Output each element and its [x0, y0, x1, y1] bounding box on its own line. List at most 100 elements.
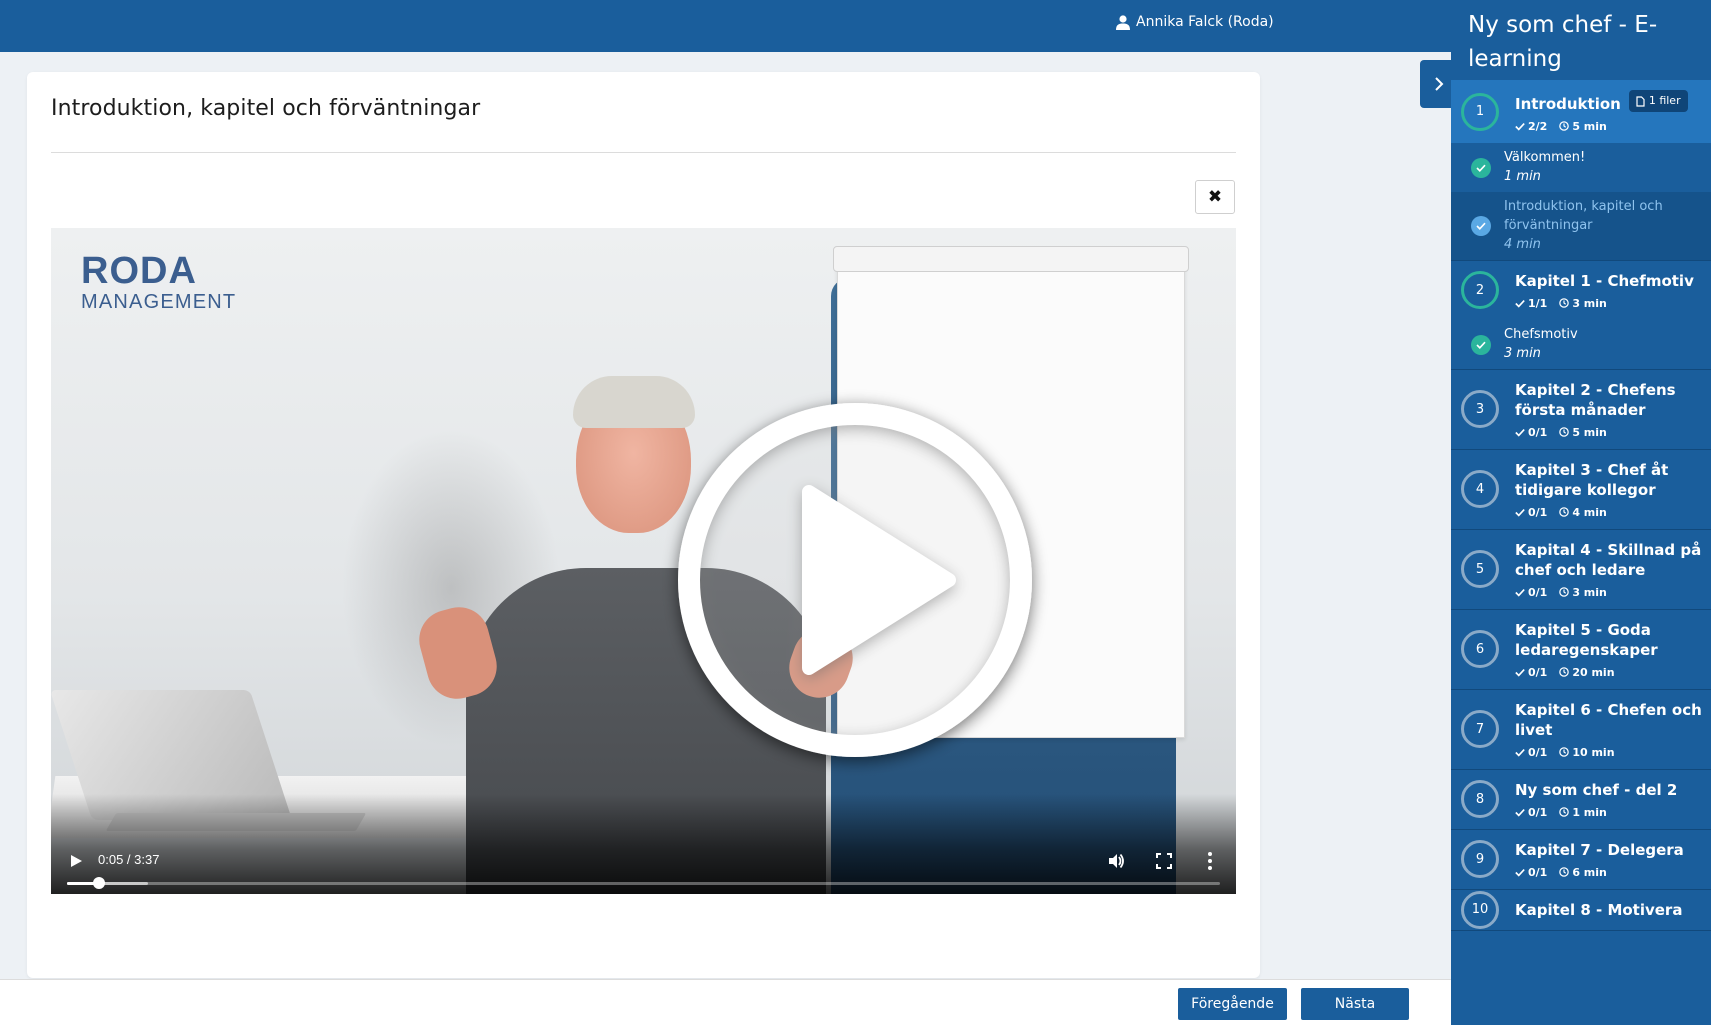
clock-icon: [1559, 507, 1570, 517]
chapter-duration: 5 min: [1559, 426, 1607, 439]
chapter-title-text: Kapitel 5 - Goda ledaregenskaper: [1515, 620, 1658, 659]
chapter-meta: 2/2 5 min: [1515, 120, 1703, 133]
lesson-card: Introduktion, kapitel och förväntningar …: [27, 72, 1260, 978]
chapter-title-text: Kapitel 6 - Chefen och livet: [1515, 700, 1702, 739]
close-button[interactable]: ✖: [1195, 180, 1235, 214]
chapter-header[interactable]: 5 Kapital 4 - Skillnad på chef och ledare…: [1451, 530, 1711, 609]
chapter-header[interactable]: 10 Kapitel 8 - Motivera: [1451, 890, 1711, 930]
chapter-title-text: Kapital 4 - Skillnad på chef och ledare: [1515, 540, 1702, 579]
check-icon: [1515, 748, 1525, 757]
chapter-header[interactable]: 1 Introduktion 1 filer 2/2 5 min: [1451, 80, 1711, 143]
play-icon[interactable]: [69, 854, 83, 868]
clock-icon: [1559, 427, 1570, 437]
chapter-header[interactable]: 4 Kapitel 3 - Chef åt tidigare kollegor 0/…: [1451, 450, 1711, 529]
clock-icon: [1559, 121, 1570, 131]
chapter-number: 4: [1461, 470, 1499, 508]
chapter-item: 6 Kapitel 5 - Goda ledaregenskaper 0/1 20 m…: [1451, 610, 1711, 690]
chapter-title-text: Kapitel 7 - Delegera: [1515, 840, 1684, 859]
chapter-progress-value: 0/1: [1528, 505, 1548, 519]
lesson-duration: 4 min: [1504, 236, 1541, 252]
clock-icon: [1559, 747, 1570, 757]
chapter-meta: 0/1 6 min: [1515, 866, 1703, 879]
next-button[interactable]: Nästa: [1301, 988, 1409, 1020]
chapter-meta: 1/1 3 min: [1515, 297, 1703, 310]
chapter-progress: 0/1: [1515, 586, 1547, 599]
lesson-title: Chefsmotiv: [1504, 326, 1578, 342]
chapter-header[interactable]: 9 Kapitel 7 - Delegera 0/1 6 min: [1451, 830, 1711, 889]
chapter-meta: 0/1 5 min: [1515, 426, 1703, 439]
chapter-item: 2 Kapitel 1 - Chefmotiv 1/1 3 min Chefsmotiv…: [1451, 261, 1711, 370]
chapter-duration: 3 min: [1559, 297, 1607, 310]
chapter-progress: 0/1: [1515, 866, 1547, 879]
chapter-progress-value: 2/2: [1528, 119, 1548, 133]
previous-button[interactable]: Föregående: [1178, 988, 1287, 1020]
chapter-progress-value: 0/1: [1528, 865, 1548, 879]
chapter-item: 3 Kapitel 2 - Chefens första månader 0/1 5 …: [1451, 370, 1711, 450]
chapter-header[interactable]: 3 Kapitel 2 - Chefens första månader 0/1 5 …: [1451, 370, 1711, 449]
check-circle-icon: [1471, 334, 1491, 355]
chapter-number: 10: [1461, 890, 1499, 929]
chapter-duration-value: 3 min: [1572, 296, 1607, 310]
files-badge[interactable]: 1 filer: [1628, 90, 1688, 112]
chapter-header[interactable]: 2 Kapitel 1 - Chefmotiv 1/1 3 min: [1451, 261, 1711, 320]
footer-bar: Föregående Nästa: [0, 979, 1457, 1025]
chapter-title-text: Kapitel 2 - Chefens första månader: [1515, 380, 1676, 419]
fullscreen-icon[interactable]: [1155, 852, 1173, 870]
chapter-title: Kapitel 7 - Delegera: [1515, 840, 1703, 860]
chapter-duration-value: 5 min: [1572, 119, 1607, 133]
lesson-title: Introduktion, kapitel och förväntningar: [1504, 198, 1663, 233]
lesson-item[interactable]: Välkommen! 1 min: [1451, 142, 1711, 192]
clock-icon: [1559, 298, 1570, 308]
big-play-icon[interactable]: [659, 384, 1051, 776]
more-options-icon[interactable]: [1207, 851, 1213, 871]
chapter-progress-value: 0/1: [1528, 665, 1548, 679]
chapter-header[interactable]: 7 Kapitel 6 - Chefen och livet 0/1 10 min: [1451, 690, 1711, 769]
course-sidebar: Ny som chef - E-learning 1 Introduktion 1 …: [1451, 0, 1711, 1025]
chapter-progress-value: 0/1: [1528, 425, 1548, 439]
chapter-item: 8 Ny som chef - del 2 0/1 1 min: [1451, 770, 1711, 830]
chapter-duration-value: 3 min: [1572, 585, 1607, 599]
clock-icon: [1559, 587, 1570, 597]
chapter-progress: 0/1: [1515, 806, 1547, 819]
check-icon: [1515, 428, 1525, 437]
title-divider: [51, 152, 1236, 153]
chapter-item: 4 Kapitel 3 - Chef åt tidigare kollegor 0/…: [1451, 450, 1711, 530]
chapter-item: 5 Kapital 4 - Skillnad på chef och ledare…: [1451, 530, 1711, 610]
chapter-number: 3: [1461, 390, 1499, 428]
chapter-header[interactable]: 6 Kapitel 5 - Goda ledaregenskaper 0/1 20 m…: [1451, 610, 1711, 689]
logo-line1: RODA: [81, 250, 197, 292]
clock-icon: [1559, 807, 1570, 817]
video-player[interactable]: RODA MANAGEMENT 0:05 / 3:37: [51, 228, 1236, 894]
chapter-progress: 0/1: [1515, 746, 1547, 759]
chapter-duration: 4 min: [1559, 506, 1607, 519]
lesson-item[interactable]: Introduktion, kapitel och förväntningar 4…: [1451, 191, 1711, 260]
chapter-meta: 0/1 1 min: [1515, 806, 1703, 819]
check-circle-icon: [1471, 215, 1491, 236]
chapter-title-text: Kapitel 8 - Motivera: [1515, 900, 1683, 919]
seek-handle[interactable]: [93, 877, 106, 889]
chapter-number: 9: [1461, 840, 1499, 878]
lesson-item[interactable]: Chefsmotiv 3 min: [1451, 319, 1711, 369]
course-title: Ny som chef - E-learning: [1468, 12, 1658, 72]
logo-line2: MANAGEMENT: [81, 291, 237, 313]
chapter-title: Kapitel 6 - Chefen och livet: [1515, 700, 1703, 740]
check-circle-icon: [1471, 157, 1491, 178]
seek-bar[interactable]: [67, 877, 1220, 889]
video-time: 0:05 / 3:37: [98, 852, 160, 867]
chevron-right-icon: [1434, 77, 1443, 91]
chapter-duration: 3 min: [1559, 586, 1607, 599]
chapter-number: 2: [1461, 271, 1499, 309]
roda-logo: RODA MANAGEMENT: [81, 252, 236, 312]
check-icon: [1515, 299, 1525, 308]
chapter-header[interactable]: 8 Ny som chef - del 2 0/1 1 min: [1451, 770, 1711, 829]
volume-icon[interactable]: [1107, 852, 1125, 870]
chapter-title-text: Ny som chef - del 2: [1515, 780, 1678, 799]
user-menu[interactable]: Annika Falck (Roda): [1116, 14, 1274, 30]
chapter-duration-value: 1 min: [1572, 805, 1607, 819]
chapter-duration-value: 4 min: [1572, 505, 1607, 519]
chapter-number: 7: [1461, 710, 1499, 748]
chapter-title: Kapital 4 - Skillnad på chef och ledare: [1515, 540, 1703, 580]
lesson-title: Välkommen!: [1504, 149, 1586, 165]
chapter-progress: 2/2: [1515, 120, 1547, 133]
chapter-progress-value: 1/1: [1528, 296, 1548, 310]
